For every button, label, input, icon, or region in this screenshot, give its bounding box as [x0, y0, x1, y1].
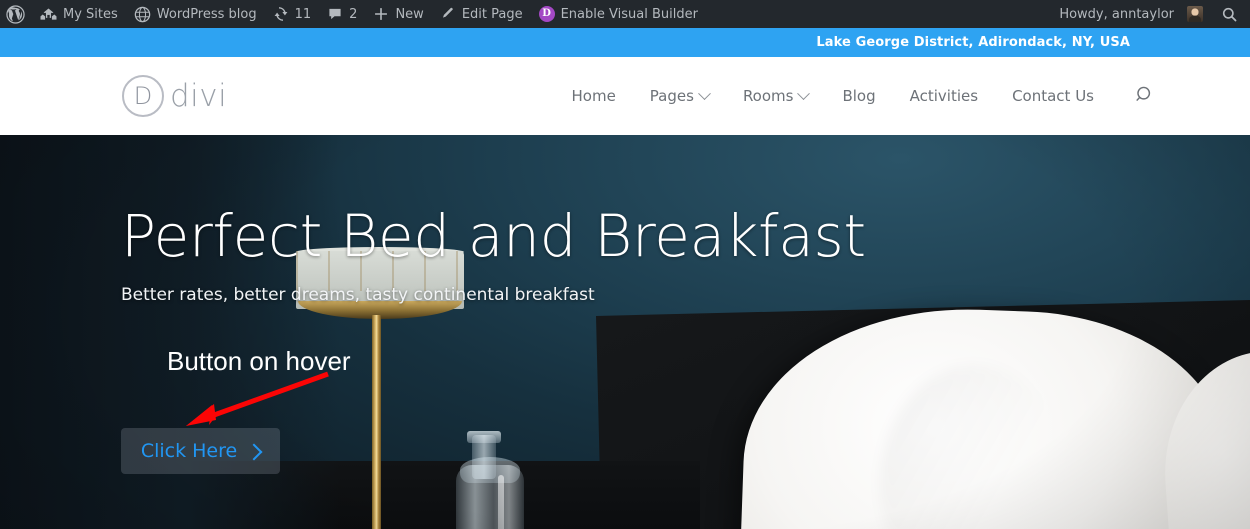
adminbar-right-group: Howdy, anntaylor — [1051, 0, 1250, 28]
adminbar-updates-count: 11 — [294, 6, 312, 22]
chevron-right-icon — [245, 443, 263, 460]
site-logo[interactable]: D divi — [122, 75, 227, 117]
adminbar-edit-page-label: Edit Page — [461, 6, 523, 22]
site-top-bar: Lake George District, Adirondack, NY, US… — [0, 28, 1250, 57]
search-icon — [1221, 6, 1238, 23]
nav-item-activities[interactable]: Activities — [893, 87, 995, 105]
adminbar-new-label: New — [395, 6, 424, 22]
adminbar-my-account[interactable]: Howdy, anntaylor — [1051, 0, 1211, 28]
adminbar-edit-page[interactable]: Edit Page — [432, 0, 531, 28]
nav-item-home-label: Home — [571, 87, 616, 105]
nav-item-activities-label: Activities — [909, 87, 979, 105]
nav-item-home[interactable]: Home — [555, 87, 633, 105]
chevron-down-icon — [797, 86, 811, 100]
adminbar-my-sites[interactable]: My Sites — [32, 0, 126, 28]
header-search-button[interactable] — [1111, 84, 1154, 109]
main-navigation: Home Pages Rooms Blog Activities Contact… — [555, 84, 1250, 109]
nav-item-contact-us-label: Contact Us — [1012, 87, 1094, 105]
comments-icon — [327, 6, 343, 22]
divi-logo-icon: D — [122, 75, 164, 117]
adminbar-comments[interactable]: 2 — [319, 0, 365, 28]
divi-d-icon: D — [538, 6, 555, 22]
site-icon — [134, 6, 151, 23]
nav-item-pages[interactable]: Pages — [633, 86, 726, 105]
avatar — [1187, 6, 1203, 22]
chevron-down-icon — [698, 86, 711, 100]
adminbar-new-content[interactable]: New — [365, 0, 431, 28]
updates-icon — [273, 6, 289, 22]
hero-subtitle: Better rates, better dreams, tasty conti… — [121, 285, 595, 305]
nav-item-blog-label: Blog — [842, 87, 876, 105]
adminbar-enable-visual-builder[interactable]: D Enable Visual Builder — [531, 0, 706, 28]
wordpress-logo-icon — [6, 4, 25, 24]
plus-icon — [373, 6, 389, 22]
adminbar-howdy-label: Howdy, anntaylor — [1059, 6, 1174, 22]
browser-page: My Sites WordPress blog 11 2 New Edit Pa… — [0, 0, 1250, 529]
hero-section: Perfect Bed and Breakfast Better rates, … — [0, 135, 1250, 529]
adminbar-visual-builder-label: Enable Visual Builder — [560, 6, 698, 22]
my-sites-icon — [40, 7, 57, 22]
pencil-icon — [440, 6, 456, 22]
adminbar-search-button[interactable] — [1211, 0, 1250, 28]
top-bar-location-text: Lake George District, Adirondack, NY, US… — [816, 35, 1130, 50]
adminbar-updates[interactable]: 11 — [265, 0, 320, 28]
search-icon — [1133, 84, 1154, 109]
nav-item-pages-label: Pages — [649, 87, 694, 105]
adminbar-my-sites-label: My Sites — [63, 6, 118, 22]
hero-content: Perfect Bed and Breakfast Better rates, … — [0, 135, 1250, 529]
adminbar-site-name[interactable]: WordPress blog — [126, 0, 265, 28]
adminbar-comments-count: 2 — [349, 6, 358, 22]
hero-cta-label: Click Here — [140, 439, 238, 462]
annotation-label: Button on hover — [167, 346, 351, 376]
nav-item-contact-us[interactable]: Contact Us — [995, 87, 1111, 105]
nav-item-rooms[interactable]: Rooms — [726, 86, 826, 105]
adminbar-wordpress-logo[interactable] — [0, 0, 32, 28]
wp-admin-bar: My Sites WordPress blog 11 2 New Edit Pa… — [0, 0, 1250, 28]
nav-item-rooms-label: Rooms — [742, 87, 794, 105]
hero-title: Perfect Bed and Breakfast — [121, 202, 866, 270]
adminbar-site-name-label: WordPress blog — [156, 6, 257, 22]
hero-cta-button[interactable]: Click Here — [121, 428, 280, 474]
site-header: D divi Home Pages Rooms Blog Activities — [0, 57, 1250, 135]
nav-item-blog[interactable]: Blog — [825, 87, 892, 105]
site-logo-text: divi — [170, 78, 228, 114]
